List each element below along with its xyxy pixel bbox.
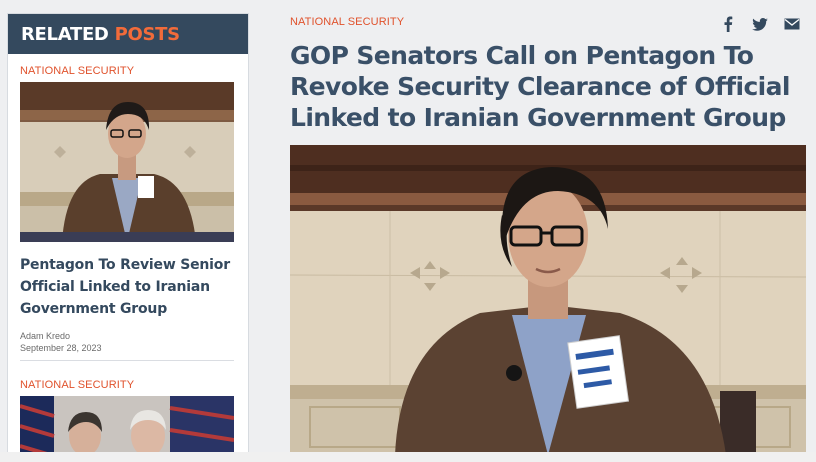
article-category-link[interactable]: NATIONAL SECURITY bbox=[290, 16, 404, 28]
post-title-line-2[interactable]: Official Linked to Iranian bbox=[20, 276, 234, 298]
post-author[interactable]: Adam Kredo bbox=[20, 330, 234, 342]
twitter-icon[interactable] bbox=[750, 14, 770, 34]
post-title-link[interactable]: Pentagon To Review Senior Official Linke… bbox=[20, 254, 234, 320]
article-hero-image bbox=[290, 145, 806, 455]
post-category-link[interactable]: NATIONAL SECURITY bbox=[20, 64, 234, 78]
post-thumbnail[interactable] bbox=[20, 82, 234, 242]
email-icon[interactable] bbox=[782, 14, 802, 34]
headline-line-2: Revoke Security Clearance of Official bbox=[290, 72, 791, 101]
facebook-icon[interactable] bbox=[718, 14, 738, 34]
post-title-line-3[interactable]: Government Group bbox=[20, 298, 234, 320]
hero-photo bbox=[290, 145, 806, 455]
related-posts-sidebar: RELATED POSTS NATIONAL SECURITY Pentagon… bbox=[7, 13, 249, 462]
post-divider bbox=[20, 360, 234, 361]
post-category-link[interactable]: NATIONAL SECURITY bbox=[20, 378, 234, 392]
post-title-line-1[interactable]: Pentagon To Review Senior bbox=[20, 254, 234, 276]
page-bottom-edge bbox=[0, 452, 816, 462]
heading-related: RELATED bbox=[21, 23, 109, 45]
article: NATIONAL SECURITY GOP Senators Call on P… bbox=[290, 0, 810, 462]
related-post-1[interactable]: NATIONAL SECURITY Pentagon To Review Sen… bbox=[20, 64, 234, 354]
related-post-2[interactable]: NATIONAL SECURITY bbox=[20, 378, 234, 461]
post-date: September 28, 2023 bbox=[20, 343, 102, 353]
heading-posts: POSTS bbox=[114, 23, 181, 45]
related-posts-heading: RELATED POSTS bbox=[8, 14, 248, 54]
headline-line-1: GOP Senators Call on Pentagon To bbox=[290, 41, 754, 70]
article-headline: GOP Senators Call on Pentagon To Revoke … bbox=[290, 40, 791, 133]
headline-line-3: Linked to Iranian Government Group bbox=[290, 103, 786, 132]
thumbnail-image bbox=[20, 82, 234, 242]
